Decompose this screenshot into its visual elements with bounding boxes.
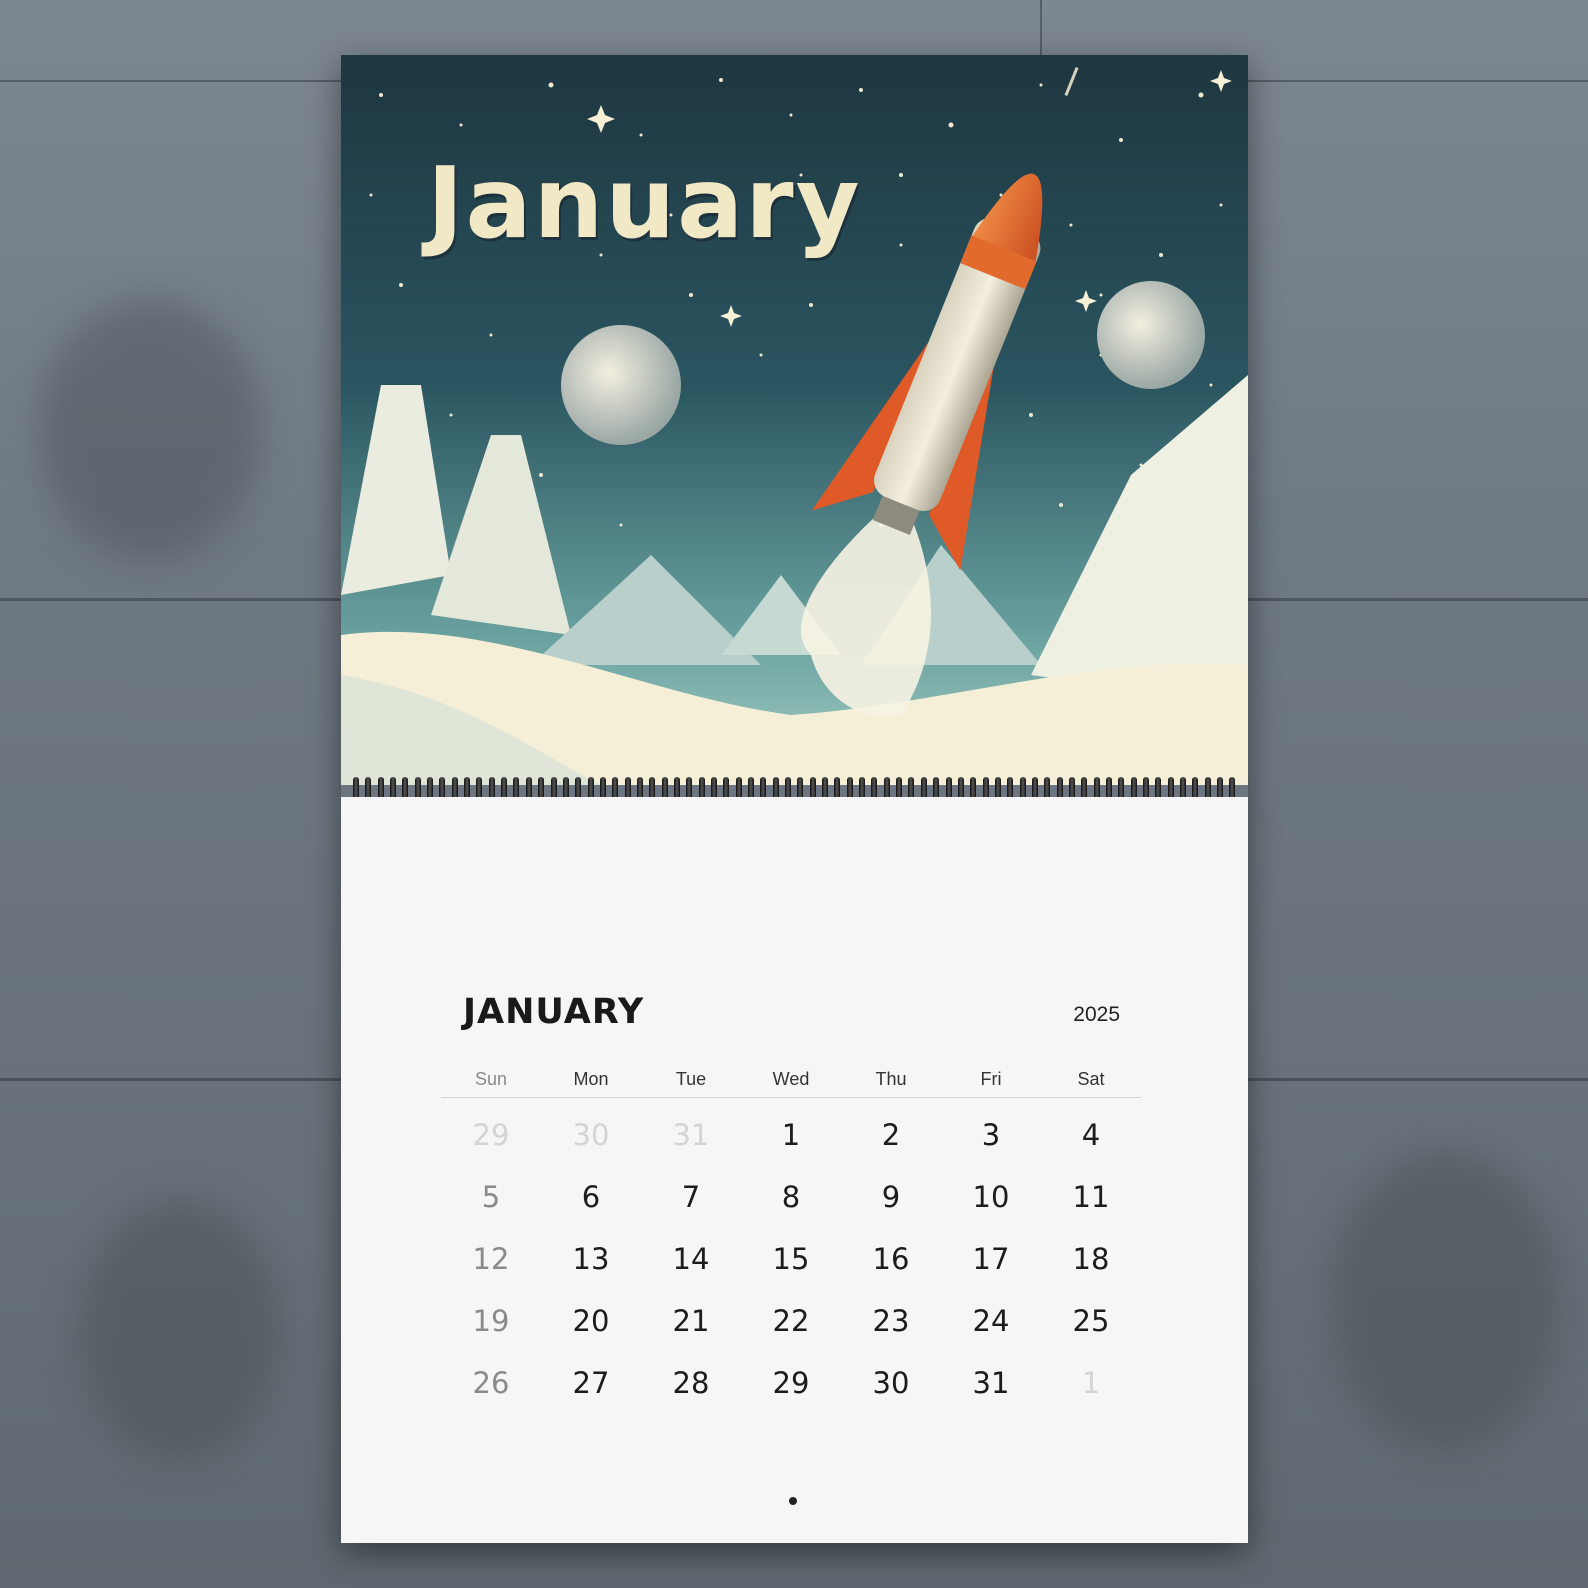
- weekday-label: Sun: [474, 1069, 508, 1089]
- day-cell-outside: 1: [1081, 1366, 1101, 1400]
- day-cell: 7: [681, 1180, 701, 1214]
- wall-calendar: January JANUARY 2025 Sun Mon Tue Wed Thu…: [341, 55, 1248, 1543]
- day-cell: 19: [472, 1304, 510, 1338]
- day-cell: 29: [772, 1366, 810, 1400]
- day-cell: 12: [472, 1242, 510, 1276]
- day-cell: 16: [872, 1242, 910, 1276]
- day-cell: 9: [881, 1180, 901, 1214]
- weekday-label: Fri: [980, 1069, 1002, 1089]
- day-cell: 30: [872, 1366, 910, 1400]
- day-cell: 6: [581, 1180, 601, 1214]
- wall-stain: [1330, 1150, 1560, 1450]
- day-cell-outside: 29: [472, 1118, 510, 1152]
- day-cell: 18: [1072, 1242, 1110, 1276]
- weekday-label: Thu: [875, 1069, 907, 1089]
- day-cell: 15: [772, 1242, 810, 1276]
- day-cell: 3: [981, 1118, 1001, 1152]
- day-cell: 5: [481, 1180, 501, 1214]
- day-cell: 23: [872, 1304, 910, 1338]
- day-cell: 13: [572, 1242, 610, 1276]
- day-cell: 1: [781, 1118, 801, 1152]
- day-grid: 29 30 31 1 2 3 4 5 6 7 8 9 10 11 12 13 1…: [441, 1104, 1141, 1414]
- weekday-label: Mon: [573, 1069, 609, 1089]
- day-cell: 17: [972, 1242, 1010, 1276]
- right-moon: [1097, 281, 1205, 389]
- artwork-panel: January: [341, 55, 1248, 785]
- artwork-month-title: January: [427, 147, 862, 261]
- wall-stain: [40, 300, 260, 560]
- day-cell: 11: [1072, 1180, 1110, 1214]
- day-cell: 10: [972, 1180, 1010, 1214]
- calendar-grid-page: JANUARY 2025 Sun Mon Tue Wed Thu Fri Sat…: [341, 797, 1248, 1543]
- day-cell: 27: [572, 1366, 610, 1400]
- hanging-hole: [789, 1497, 797, 1505]
- day-cell-outside: 30: [572, 1118, 610, 1152]
- year-label: 2025: [1073, 1003, 1120, 1026]
- day-cell: 31: [972, 1366, 1010, 1400]
- month-title: JANUARY: [463, 992, 645, 1032]
- weekday-label: Tue: [675, 1069, 707, 1089]
- weekday-header: Sun Mon Tue Wed Thu Fri Sat: [441, 1069, 1141, 1098]
- weekday-label: Sat: [1077, 1069, 1105, 1089]
- day-cell: 22: [772, 1304, 810, 1338]
- day-cell: 25: [1072, 1304, 1110, 1338]
- day-cell: 2: [881, 1118, 901, 1152]
- left-moon: [561, 325, 681, 445]
- day-cell: 28: [672, 1366, 710, 1400]
- day-cell: 24: [972, 1304, 1010, 1338]
- day-cell: 26: [472, 1366, 510, 1400]
- weekday-label: Wed: [772, 1069, 810, 1089]
- day-cell: 8: [781, 1180, 801, 1214]
- day-cell: 14: [672, 1242, 710, 1276]
- day-cell: 21: [672, 1304, 710, 1338]
- wall-stain: [80, 1200, 280, 1460]
- day-cell: 4: [1081, 1118, 1101, 1152]
- day-cell: 20: [572, 1304, 610, 1338]
- day-cell-outside: 31: [672, 1118, 710, 1152]
